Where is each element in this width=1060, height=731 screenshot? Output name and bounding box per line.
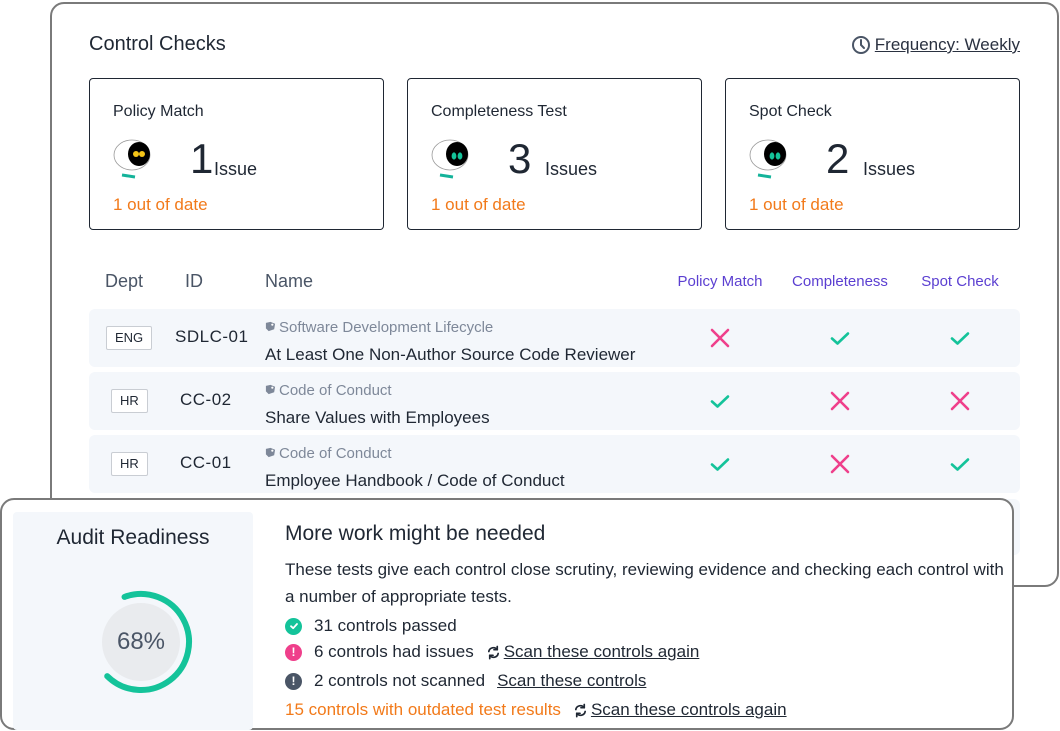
out-of-date-label: 1 out of date (431, 195, 526, 214)
rescan-issues-label: Scan these controls again (503, 642, 700, 661)
readiness-percent: 68% (116, 628, 166, 655)
issues-line: ! 6 controls had issues Scan these contr… (285, 642, 699, 662)
control-id: CC-02 (180, 390, 232, 409)
tag-icon (265, 319, 276, 336)
column-header-spot-check[interactable]: Spot Check (905, 273, 1015, 290)
column-header-completeness[interactable]: Completeness (785, 273, 895, 290)
robot-mascot-icon (749, 139, 787, 179)
issue-count: 3 (508, 135, 532, 182)
column-header-dept[interactable]: Dept (105, 271, 143, 292)
out-of-date-label: 1 out of date (749, 195, 844, 214)
control-id: CC-01 (180, 453, 232, 472)
stat-card-title: Completeness Test (431, 103, 567, 120)
table-row[interactable]: ENG SDLC-01 Software Development Lifecycle… (89, 309, 1020, 367)
control-category: Code of Conduct (265, 445, 392, 462)
check-icon (709, 390, 731, 412)
x-icon (829, 390, 851, 412)
control-checks-title: Control Checks (89, 33, 226, 55)
x-icon (829, 453, 851, 475)
audit-readiness-title: Audit Readiness (56, 526, 210, 549)
clock-icon (851, 36, 870, 54)
stat-card-title: Policy Match (113, 103, 204, 120)
tag-icon (265, 445, 276, 462)
column-header-name[interactable]: Name (265, 271, 313, 292)
x-icon (709, 327, 731, 349)
category-label: Code of Conduct (279, 445, 392, 462)
scan-controls-link[interactable]: Scan these controls (497, 671, 646, 691)
refresh-icon (487, 645, 499, 659)
robot-mascot-icon (431, 139, 469, 179)
dept-badge: HR (111, 389, 148, 413)
check-icon (949, 453, 971, 475)
category-label: Software Development Lifecycle (279, 319, 494, 336)
outdated-line: 15 controls with outdated test results S… (285, 700, 787, 720)
outdated-text: 15 controls with outdated test results (285, 700, 561, 719)
exclamation-circle-icon: ! (285, 672, 302, 690)
check-icon (829, 327, 851, 349)
rescan-issues-link[interactable]: Scan these controls again (486, 642, 700, 662)
exclamation-circle-icon: ! (285, 643, 302, 661)
control-name[interactable]: Share Values with Employees (265, 408, 490, 428)
table-row[interactable]: HR CC-02 Code of Conduct Share Values with … (89, 372, 1020, 430)
frequency-label: Frequency: Weekly (874, 35, 1020, 54)
stat-card-spot-check[interactable]: Spot Check 2 Issues 1 out of date (725, 78, 1020, 230)
audit-readiness-card: Audit Readiness 68% More work might be n… (0, 498, 1014, 730)
control-id: SDLC-01 (175, 327, 249, 346)
stat-card-title: Spot Check (749, 103, 832, 120)
dept-badge: ENG (106, 326, 153, 350)
passed-line: 31 controls passed (285, 616, 457, 636)
control-category: Software Development Lifecycle (265, 319, 493, 336)
stat-card-completeness-test[interactable]: Completeness Test 3 Issues 1 out of date (407, 78, 702, 230)
frequency-link[interactable]: Frequency: Weekly (851, 35, 1020, 55)
refresh-icon (574, 703, 586, 717)
dept-badge: HR (111, 452, 148, 476)
issue-count: 1 (190, 135, 214, 182)
passed-text: 31 controls passed (314, 616, 457, 635)
tag-icon (265, 382, 276, 399)
control-name[interactable]: At Least One Non-Author Source Code Revi… (265, 345, 635, 365)
check-icon (709, 453, 731, 475)
issue-unit: Issues (545, 159, 598, 179)
column-header-policy-match[interactable]: Policy Match (665, 273, 775, 290)
readiness-panel: Audit Readiness 68% (13, 512, 253, 730)
column-header-id[interactable]: ID (185, 271, 203, 292)
check-circle-icon (285, 617, 302, 635)
issue-unit: Issue (214, 159, 258, 179)
check-icon (949, 327, 971, 349)
issue-unit: Issues (863, 159, 916, 179)
x-icon (949, 390, 971, 412)
not-scanned-line: ! 2 controls not scanned Scan these cont… (285, 671, 646, 691)
control-name[interactable]: Employee Handbook / Code of Conduct (265, 471, 565, 491)
not-scanned-text: 2 controls not scanned (314, 671, 486, 690)
status-description: These tests give each control close scru… (285, 560, 1004, 606)
table-row[interactable]: HR CC-01 Code of Conduct Employee Handbook … (89, 435, 1020, 493)
control-category: Code of Conduct (265, 382, 392, 399)
issues-text: 6 controls had issues (314, 642, 474, 661)
rescan-outdated-label: Scan these controls again (590, 700, 787, 719)
robot-mascot-icon (113, 139, 151, 179)
rescan-outdated-link[interactable]: Scan these controls again (573, 700, 787, 720)
stat-card-policy-match[interactable]: Policy Match 1 Issue 1 out of date (89, 78, 384, 230)
issue-count: 2 (826, 135, 850, 182)
out-of-date-label: 1 out of date (113, 195, 208, 214)
status-heading: More work might be needed (285, 522, 546, 545)
category-label: Code of Conduct (279, 382, 392, 399)
